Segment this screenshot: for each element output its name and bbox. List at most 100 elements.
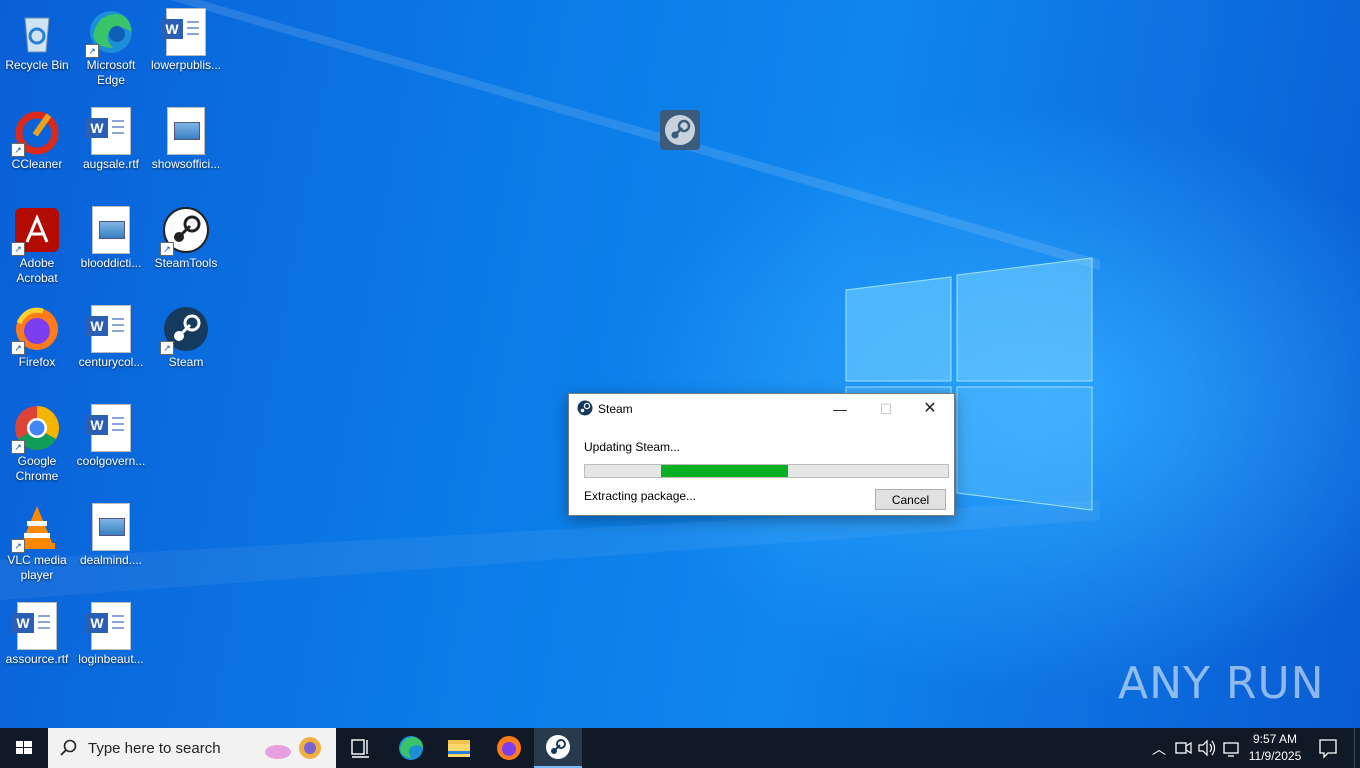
desktop-icon-augsale[interactable]: W augsale.rtf <box>74 101 148 172</box>
meet-now-button[interactable] <box>1172 728 1194 768</box>
shortcut-arrow-icon: ↗ <box>160 242 174 256</box>
task-view-icon <box>351 739 369 758</box>
edge-icon: ↗ <box>85 8 135 58</box>
steamtools-icon: ↗ <box>160 206 210 256</box>
desktop-icon-adobe-acrobat[interactable]: ↗ Adobe Acrobat <box>0 200 74 286</box>
desktop-icon-label: Recycle Bin <box>5 58 69 72</box>
search-icon <box>60 739 78 760</box>
desktop-icon-google-chrome[interactable]: ↗ Google Chrome <box>0 398 74 484</box>
meet-now-icon <box>1175 741 1192 755</box>
taskbar-search-box[interactable]: Type here to search <box>48 728 336 768</box>
desktop-icon-vlc[interactable]: ↗ VLC media player <box>0 497 74 583</box>
desktop-icon-microsoft-edge[interactable]: ↗ Microsoft Edge <box>74 2 148 88</box>
shortcut-arrow-icon: ↗ <box>11 143 25 157</box>
update-progress-bar <box>584 464 949 478</box>
network-button[interactable] <box>1220 728 1242 768</box>
vlc-icon: ↗ <box>11 503 61 553</box>
maximize-button[interactable]: ☐ <box>863 394 909 424</box>
shortcut-arrow-icon: ↗ <box>11 242 25 256</box>
word-document-icon: W <box>86 404 135 452</box>
desktop-icon-assource[interactable]: W assource.rtf <box>0 596 74 667</box>
desktop-icon-label: dealmind.... <box>79 553 143 567</box>
steam-update-dialog: Steam — ☐ ✕ Updating Steam... Extracting… <box>568 393 955 516</box>
desktop-icon-lowerpublis[interactable]: W lowerpublis... <box>149 2 223 73</box>
notification-icon <box>1319 739 1337 759</box>
adobe-acrobat-icon: ↗ <box>11 206 61 256</box>
image-file-icon <box>87 206 135 254</box>
desktop-icon-label: augsale.rtf <box>82 157 140 171</box>
dialog-title-bar[interactable]: Steam — ☐ ✕ <box>569 394 954 424</box>
desktop-icon-loginbeaut[interactable]: W loginbeaut... <box>74 596 148 667</box>
word-document-icon: W <box>12 602 61 650</box>
file-explorer-icon <box>448 740 470 757</box>
progress-fill <box>661 465 788 477</box>
dialog-title: Steam <box>598 402 633 416</box>
show-hidden-icons-button[interactable]: ︿ <box>1148 728 1168 768</box>
minimize-button[interactable]: — <box>817 394 863 424</box>
steam-icon <box>577 400 593 419</box>
steam-splash-icon <box>660 110 700 150</box>
desktop-icon-label: Steam <box>168 355 204 369</box>
taskbar-steam[interactable] <box>534 728 582 768</box>
edge-icon <box>399 736 423 760</box>
shortcut-arrow-icon: ↗ <box>11 440 25 454</box>
desktop-icon-label: loginbeaut... <box>78 652 144 666</box>
desktop-icon-showsoffici[interactable]: showsoffici... <box>149 101 223 172</box>
search-highlight-icon <box>262 734 328 765</box>
status-text: Extracting package... <box>584 489 697 503</box>
desktop-icon-firefox[interactable]: ↗ Firefox <box>0 299 74 370</box>
network-icon <box>1223 742 1239 757</box>
notifications-button[interactable] <box>1310 728 1346 768</box>
desktop: Recycle Bin ↗ CCleaner ↗ Adobe Acrobat ↗… <box>0 0 1360 728</box>
close-button[interactable]: ✕ <box>907 394 953 424</box>
desktop-icon-centurycol[interactable]: W centurycol... <box>74 299 148 370</box>
taskbar: Type here to search ︿ 9:57 AM 11/9/2025 <box>0 728 1360 768</box>
word-document-icon: W <box>86 602 135 650</box>
steam-icon <box>546 735 570 759</box>
image-file-icon <box>162 107 210 155</box>
chevron-up-icon: ︿ <box>1152 741 1166 757</box>
taskbar-edge[interactable] <box>386 728 434 768</box>
desktop-icon-label: SteamTools <box>154 256 218 270</box>
desktop-icon-label: centurycol... <box>78 355 144 369</box>
anyrun-watermark: ANY RUN <box>1118 658 1325 709</box>
clock-date: 11/9/2025 <box>1248 749 1302 763</box>
desktop-icon-blooddicti[interactable]: blooddicti... <box>74 200 148 271</box>
desktop-icon-recycle-bin[interactable]: Recycle Bin <box>0 2 74 73</box>
desktop-icon-label: Firefox <box>18 355 56 369</box>
firefox-icon: ↗ <box>11 305 61 355</box>
desktop-icon-label: blooddicti... <box>80 256 142 270</box>
show-desktop-button[interactable] <box>1354 728 1360 768</box>
word-document-icon: W <box>86 305 135 353</box>
windows-start-icon <box>16 741 32 754</box>
desktop-icon-label: showsoffici... <box>151 157 221 171</box>
desktop-icon-label: coolgovern... <box>76 454 146 468</box>
desktop-icon-label: assource.rtf <box>5 652 69 666</box>
desktop-icon-dealmind[interactable]: dealmind.... <box>74 497 148 568</box>
start-button[interactable] <box>0 728 48 768</box>
update-message: Updating Steam... <box>584 440 681 454</box>
taskbar-clock[interactable]: 9:57 AM 11/9/2025 <box>1246 731 1304 765</box>
desktop-icon-label: CCleaner <box>11 157 63 171</box>
clock-time: 9:57 AM <box>1252 732 1298 746</box>
desktop-icon-steam[interactable]: ↗ Steam <box>149 299 223 370</box>
cancel-button[interactable]: Cancel <box>875 489 946 510</box>
volume-button[interactable] <box>1196 728 1218 768</box>
desktop-icon-coolgovern[interactable]: W coolgovern... <box>74 398 148 469</box>
taskbar-file-explorer[interactable] <box>435 728 483 768</box>
shortcut-arrow-icon: ↗ <box>85 44 99 58</box>
shortcut-arrow-icon: ↗ <box>11 341 25 355</box>
image-file-icon <box>87 503 135 551</box>
word-document-icon: W <box>86 107 135 155</box>
volume-icon <box>1198 739 1216 757</box>
desktop-icon-ccleaner[interactable]: ↗ CCleaner <box>0 101 74 172</box>
search-placeholder: Type here to search <box>88 740 221 757</box>
desktop-icon-steamtools[interactable]: ↗ SteamTools <box>149 200 223 271</box>
chrome-icon: ↗ <box>11 404 61 454</box>
taskbar-firefox[interactable] <box>485 728 533 768</box>
shortcut-arrow-icon: ↗ <box>160 341 174 355</box>
task-view-button[interactable] <box>336 728 384 768</box>
firefox-icon <box>497 736 521 760</box>
recycle-bin-icon <box>13 8 61 56</box>
shortcut-arrow-icon: ↗ <box>11 539 25 553</box>
